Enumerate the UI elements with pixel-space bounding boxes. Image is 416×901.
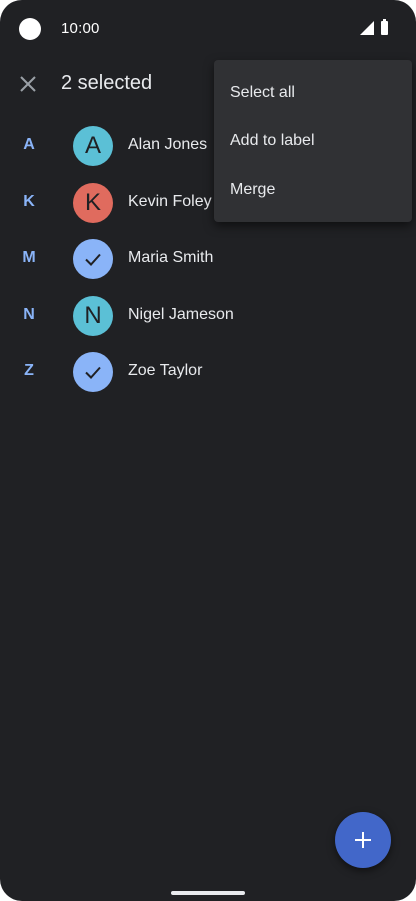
close-icon[interactable] <box>17 73 39 95</box>
contact-name: Kevin Foley <box>128 193 212 210</box>
section-letter: M <box>22 249 36 266</box>
avatar[interactable]: K <box>73 183 113 223</box>
selection-count-title: 2 selected <box>61 72 153 94</box>
plus-icon <box>355 832 371 848</box>
contact-name: Alan Jones <box>128 136 208 153</box>
avatar-selected[interactable] <box>73 352 113 392</box>
menu-item-merge[interactable]: Merge <box>214 166 412 214</box>
avatar-selected[interactable] <box>73 239 113 279</box>
overflow-menu: Select all Add to label Merge <box>214 60 412 222</box>
avatar[interactable]: N <box>73 296 113 336</box>
gesture-nav-handle[interactable] <box>171 891 245 895</box>
section-letter: N <box>23 306 35 323</box>
contact-name: Zoe Taylor <box>128 362 203 379</box>
menu-item-select-all[interactable]: Select all <box>214 69 412 117</box>
signal-icon <box>360 21 374 35</box>
contact-name: Maria Smith <box>128 249 214 266</box>
battery-icon <box>381 19 388 35</box>
camera-cutout <box>19 18 41 40</box>
section-letter: K <box>23 193 35 210</box>
avatar[interactable]: A <box>73 126 113 166</box>
phone-screen: 10:00 2 selected A A Alan Jones K K Kevi… <box>0 0 416 901</box>
status-bar: 10:00 <box>0 0 416 56</box>
contact-row[interactable]: Z Zoe Taylor <box>0 344 416 400</box>
add-contact-fab[interactable] <box>335 812 391 868</box>
check-icon <box>85 366 101 379</box>
contact-row[interactable]: N N Nigel Jameson <box>0 288 416 344</box>
contact-row[interactable]: M Maria Smith <box>0 231 416 287</box>
section-letter: A <box>23 136 35 153</box>
menu-item-add-to-label[interactable]: Add to label <box>214 117 412 165</box>
status-time: 10:00 <box>61 20 100 37</box>
check-icon <box>85 253 101 266</box>
section-letter: Z <box>24 362 34 379</box>
contact-name: Nigel Jameson <box>128 306 234 323</box>
